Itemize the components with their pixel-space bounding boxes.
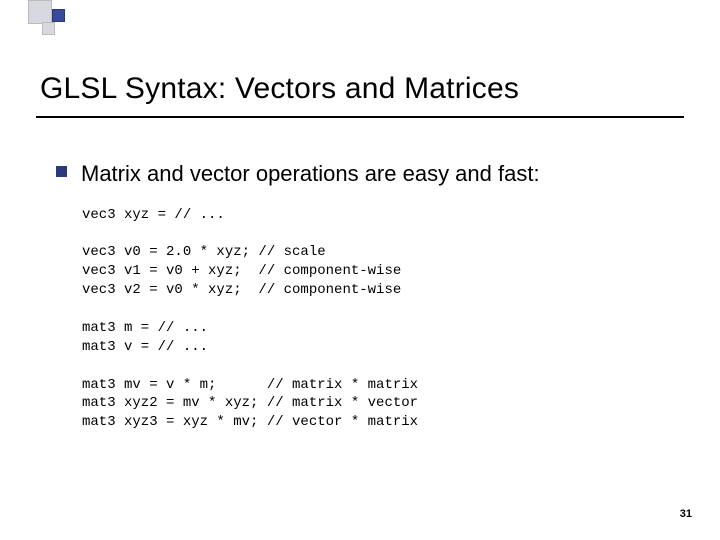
bullet-icon [56,166,67,177]
bullet-text: Matrix and vector operations are easy an… [81,160,540,188]
slide-body: Matrix and vector operations are easy an… [56,160,680,432]
slide-title: GLSL Syntax: Vectors and Matrices [40,72,680,106]
deco-square-small-gray [42,22,55,35]
bullet-item: Matrix and vector operations are easy an… [56,160,680,188]
title-underline [36,116,684,118]
deco-square-large [28,0,52,24]
page-number: 31 [680,508,692,520]
code-block: vec3 xyz = // ... vec3 v0 = 2.0 * xyz; /… [82,206,680,433]
deco-square-small-blue [52,9,65,22]
